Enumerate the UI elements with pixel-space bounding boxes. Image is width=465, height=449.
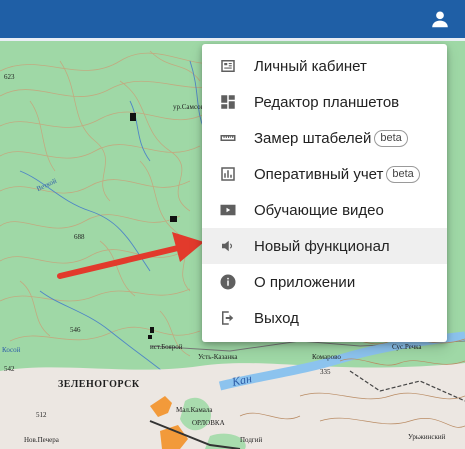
map-label-place: ист.Боярой [150,343,183,351]
menu-item-label: Оперативный учет [254,165,384,183]
volume-icon [218,236,238,256]
map-label-place: Подгий [240,436,263,444]
menu-item-account[interactable]: Личный кабинет [202,48,447,84]
map-label-elevation: 335 [320,368,331,376]
dashboard-icon [218,92,238,112]
menu-item-logout[interactable]: Выход [202,300,447,336]
menu-item-training-videos[interactable]: Обучающие видео [202,192,447,228]
beta-badge: beta [386,165,420,183]
menu-item-new-features[interactable]: Новый функционал [202,228,447,264]
menu-item-about[interactable]: О приложении [202,264,447,300]
video-play-icon [218,200,238,220]
map-label-place: ур.Самсон [173,103,205,111]
menu-item-label: Редактор планшетов [254,93,400,111]
map-label-place: Усть-Казанка [198,353,238,361]
map-label-elevation: 546 [70,326,81,334]
menu-item-stack-measure[interactable]: Замер штабелей beta [202,120,447,156]
map-label-place: Мал.Камала [176,406,213,414]
info-icon [218,272,238,292]
menu-item-label: Личный кабинет [254,57,367,75]
beta-badge: beta [374,129,408,147]
menu-item-label: О приложении [254,273,356,291]
map-label-place: Урьжинский [408,433,446,441]
map-label-place: Комарово [312,353,341,361]
map-label-elevation: 688 [74,233,85,241]
bar-chart-icon [218,164,238,184]
ruler-icon [218,128,238,148]
menu-item-tablet-editor[interactable]: Редактор планшетов [202,84,447,120]
map-label-elevation: 542 [4,365,15,373]
map-label-place: Нов.Печера [24,436,59,444]
account-card-icon [218,56,238,76]
app-header [0,0,465,41]
logout-icon [218,308,238,328]
map-label-elevation: 512 [36,411,47,419]
account-circle-icon [432,11,448,28]
user-menu: Личный кабинет Редактор планшетов Замер … [202,44,447,342]
map-label-stream: Косой [2,346,21,354]
map-label-place: Сус.Речка [392,343,422,351]
map-label-city: ЗЕЛЕНОГОРСК [58,379,140,390]
menu-item-label: Обучающие видео [254,201,384,219]
menu-item-operational-accounting[interactable]: Оперативный учет beta [202,156,447,192]
menu-item-label: Новый функционал [254,237,390,255]
map-label-place: ОРЛОВКА [192,419,225,427]
menu-item-label: Замер штабелей [254,129,372,147]
account-button[interactable] [429,8,451,30]
menu-item-label: Выход [254,309,299,327]
map-label-elevation: 623 [4,73,15,81]
